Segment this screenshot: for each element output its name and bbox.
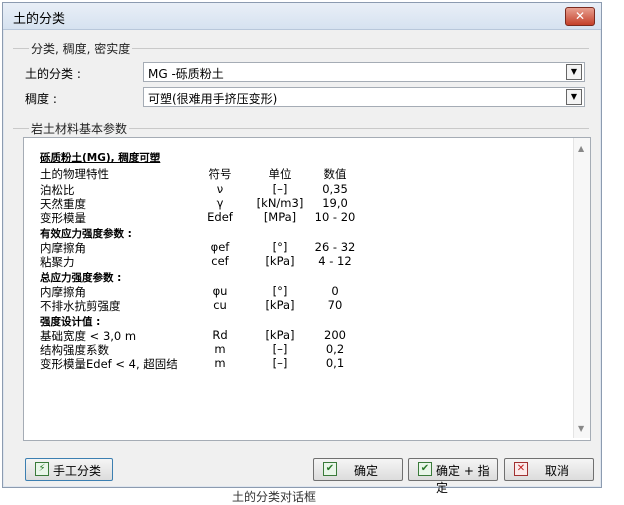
parameters-panel: ▲ ▼ 砾质粉土(MG), 稠度可塑 土的物理特性 符号 单位 数值 泊松比 ν… [23,137,591,441]
ok-label: 确定 [354,464,379,478]
soil-class-value: MG -砾质粉土 [148,67,224,81]
close-button[interactable]: ✕ [565,7,595,26]
col-symbol: 符号 [208,167,232,181]
chevron-down-icon[interactable]: ▼ [566,89,582,105]
cell-property: 变形模量 [40,211,86,225]
section1-title: 分类, 稠度, 密实度 [29,40,133,57]
cell-value: 19,0 [322,196,348,210]
cell-value: 0,2 [325,342,345,356]
cell-value: 0,1 [325,356,345,370]
parameters-heading: 砾质粉土(MG), 稠度可塑 [40,152,161,164]
cell-value: 10 - 20 [314,210,356,224]
ok-assign-label: 确定 + 指定 [436,464,490,495]
scrollbar[interactable]: ▲ ▼ [573,138,590,438]
cell-value: 4 - 12 [318,254,352,268]
section2-title: 岩土材料基本参数 [29,120,130,137]
consistency-value: 可塑(很难用手挤压变形) [148,92,278,106]
chevron-down-icon[interactable]: ▼ [566,64,582,80]
cell-symbol: φu [212,284,228,298]
cell-symbol: cef [211,254,229,268]
ok-assign-button[interactable]: ✔ 确定 + 指定 [408,458,498,495]
consistency-label: 稠度 : [25,92,57,106]
cell-property: 粘聚力 [40,255,75,269]
window-title: 土的分类 [13,12,66,27]
cell-symbol: φef [210,240,230,254]
col-property: 土的物理特性 [40,167,109,181]
checkmark-icon: ✔ [418,462,432,476]
cell-symbol: m [214,342,226,356]
cell-value: 0 [331,284,339,298]
design-strength-title: 强度设计值 : [40,316,101,328]
soil-class-label: 土的分类 : [25,67,81,81]
cell-symbol: γ [216,196,224,210]
soil-class-dropdown[interactable]: MG -砾质粉土 ▼ [143,62,585,82]
image-caption: 土的分类对话框 [232,490,317,504]
scroll-down-icon[interactable]: ▼ [578,424,584,433]
lightning-icon: ⚡ [35,462,49,476]
ok-button[interactable]: ✔ 确定 [313,458,403,481]
total-stress-title: 总应力强度参数 : [40,272,122,284]
cell-symbol: Rd [212,328,228,342]
cell-value: 0,35 [322,182,348,196]
scroll-up-icon[interactable]: ▲ [578,144,584,153]
title-bar: 土的分类 ✕ [3,3,601,30]
cell-symbol: cu [213,298,227,312]
effective-stress-title: 有效应力强度参数 : [40,228,132,240]
checkmark-icon: ✔ [323,462,337,476]
manual-classify-button[interactable]: ⚡ 手工分类 [25,458,113,481]
cell-symbol: m [214,356,226,370]
cell-value: 26 - 32 [314,240,356,254]
cell-value: 200 [324,328,346,342]
cell-property: 变形模量Edef < 4, 超固结 [40,357,178,371]
manual-classify-label: 手工分类 [53,464,102,478]
cancel-button[interactable]: ✕ 取消 [504,458,594,481]
cell-property: 不排水抗剪强度 [40,299,121,313]
col-value: 数值 [323,167,347,181]
cell-symbol: Edef [207,210,233,224]
cancel-x-icon: ✕ [514,462,528,476]
cancel-label: 取消 [545,464,570,478]
consistency-dropdown[interactable]: 可塑(很难用手挤压变形) ▼ [143,87,585,107]
cell-symbol: ν [216,182,224,196]
close-icon: ✕ [574,9,586,23]
soil-classification-dialog: 土的分类 ✕ 分类, 稠度, 密实度 土的分类 : MG -砾质粉土 ▼ 稠度 … [2,2,602,495]
cell-value: 70 [327,298,343,312]
